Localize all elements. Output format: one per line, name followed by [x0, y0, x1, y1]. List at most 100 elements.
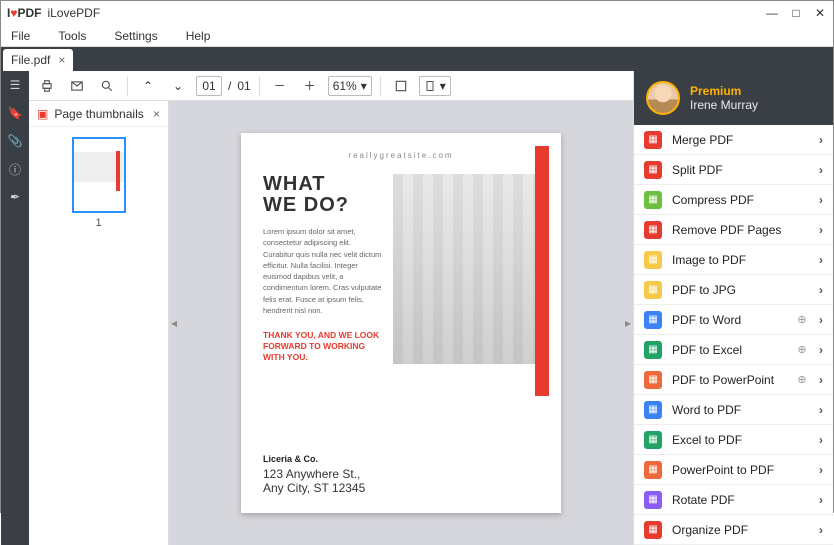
- doc-site: reallygreatsite.com: [263, 151, 539, 160]
- window-maximize-button[interactable]: □: [789, 6, 803, 20]
- tool-split-pdf[interactable]: ▦Split PDF›: [634, 155, 833, 185]
- chevron-right-icon: ›: [819, 343, 823, 357]
- tool-label: Compress PDF: [672, 193, 785, 207]
- left-rail: ☰ 🔖 📎 ⓘ ✒: [1, 71, 29, 545]
- search-button[interactable]: [95, 75, 119, 97]
- web-badge-icon: ⊕: [795, 373, 809, 387]
- info-icon[interactable]: ⓘ: [7, 161, 23, 177]
- zoom-out-button[interactable]: －: [268, 75, 292, 97]
- tool-icon: ▦: [644, 311, 662, 329]
- chevron-right-icon: ›: [819, 523, 823, 537]
- menu-tools[interactable]: Tools: [58, 29, 86, 43]
- tool-label: Remove PDF Pages: [672, 223, 785, 237]
- thumbnails-close-button[interactable]: ×: [153, 107, 160, 121]
- tool-label: Excel to PDF: [672, 433, 785, 447]
- thumbnails-title: Page thumbnails: [54, 107, 143, 121]
- document-tab[interactable]: File.pdf ×: [3, 49, 73, 71]
- web-badge-icon: [795, 523, 809, 537]
- page-down-button[interactable]: ⌄: [166, 75, 190, 97]
- tool-pdf-to-jpg[interactable]: ▦PDF to JPG›: [634, 275, 833, 305]
- tool-label: Image to PDF: [672, 253, 785, 267]
- doc-headline-2: WE DO?: [263, 195, 383, 216]
- zoom-in-button[interactable]: ＋: [298, 75, 322, 97]
- web-badge-icon: [795, 493, 809, 507]
- tool-label: Rotate PDF: [672, 493, 785, 507]
- web-badge-icon: [795, 163, 809, 177]
- doc-headline-1: WHAT: [263, 174, 383, 195]
- bookmark-icon[interactable]: 🔖: [7, 105, 23, 121]
- tool-icon: ▦: [644, 341, 662, 359]
- doc-address-1: 123 Anywhere St.,: [263, 467, 539, 481]
- tool-organize-pdf[interactable]: ▦Organize PDF›: [634, 515, 833, 545]
- chevron-right-icon: ›: [819, 463, 823, 477]
- fit-width-button[interactable]: [389, 75, 413, 97]
- attachment-icon[interactable]: 📎: [7, 133, 23, 149]
- titlebar: I♥PDF iLovePDF — □ ✕: [1, 1, 833, 25]
- page-up-button[interactable]: ⌃: [136, 75, 160, 97]
- page-thumbnail[interactable]: [72, 137, 126, 213]
- tool-excel-to-pdf[interactable]: ▦Excel to PDF›: [634, 425, 833, 455]
- tool-pdf-to-excel[interactable]: ▦PDF to Excel⊕›: [634, 335, 833, 365]
- tool-icon: ▦: [644, 191, 662, 209]
- thumbnail-label: 1: [95, 217, 101, 229]
- tool-merge-pdf[interactable]: ▦Merge PDF›: [634, 125, 833, 155]
- web-badge-icon: [795, 463, 809, 477]
- chevron-right-icon: ›: [819, 313, 823, 327]
- chevron-right-icon: ›: [819, 163, 823, 177]
- web-badge-icon: [795, 223, 809, 237]
- tool-label: PowerPoint to PDF: [672, 463, 785, 477]
- web-badge-icon: ⊕: [795, 343, 809, 357]
- collapse-left-handle[interactable]: ◂: [169, 303, 179, 343]
- tool-rotate-pdf[interactable]: ▦Rotate PDF›: [634, 485, 833, 515]
- layers-icon[interactable]: ☰: [7, 77, 23, 93]
- tool-pdf-to-powerpoint[interactable]: ▦PDF to PowerPoint⊕›: [634, 365, 833, 395]
- page-sep: /: [228, 79, 231, 93]
- tool-icon: ▦: [644, 131, 662, 149]
- tab-close-icon[interactable]: ×: [58, 53, 65, 67]
- chevron-right-icon: ›: [819, 403, 823, 417]
- print-button[interactable]: [35, 75, 59, 97]
- tool-label: PDF to Word: [672, 313, 785, 327]
- separator: [127, 76, 128, 96]
- chevron-right-icon: ›: [819, 223, 823, 237]
- doc-hero-image: [393, 174, 539, 364]
- tool-pdf-to-word[interactable]: ▦ PDF to Word ⊕ ›: [634, 305, 833, 335]
- doc-company: Liceria & Co.: [263, 454, 539, 464]
- window-minimize-button[interactable]: —: [765, 6, 779, 20]
- viewer: ◂ ▸ reallygreatsite.com WHAT WE DO? Lore…: [169, 101, 633, 545]
- web-badge-icon: ⊕: [795, 313, 809, 327]
- web-badge-icon: [795, 403, 809, 417]
- tool-icon: ▦: [644, 281, 662, 299]
- tool-label: PDF to JPG: [672, 283, 785, 297]
- tool-image-to-pdf[interactable]: ▦Image to PDF›: [634, 245, 833, 275]
- red-accent-bar: [535, 146, 549, 396]
- ribbon-icon[interactable]: ✒: [7, 189, 23, 205]
- menu-settings[interactable]: Settings: [114, 29, 157, 43]
- mail-button[interactable]: [65, 75, 89, 97]
- web-badge-icon: [795, 253, 809, 267]
- tool-powerpoint-to-pdf[interactable]: ▦PowerPoint to PDF›: [634, 455, 833, 485]
- tab-label: File.pdf: [11, 53, 50, 67]
- tool-icon: ▦: [644, 251, 662, 269]
- menu-help[interactable]: Help: [186, 29, 211, 43]
- web-badge-icon: [795, 193, 809, 207]
- window-close-button[interactable]: ✕: [813, 6, 827, 20]
- menu-file[interactable]: File: [11, 29, 30, 43]
- tools-list: ▦Merge PDF›▦Split PDF› ▦ Compress PDF › ▦ Rem…: [634, 125, 833, 545]
- tool-icon: ▦: [644, 491, 662, 509]
- user-name: Irene Murray: [690, 98, 758, 112]
- user-plan: Premium: [690, 84, 758, 98]
- tool-icon: ▦: [644, 371, 662, 389]
- tool-remove-pdf-pages[interactable]: ▦ Remove PDF Pages ›: [634, 215, 833, 245]
- zoom-select[interactable]: 61%▾: [328, 76, 372, 96]
- page-number-input[interactable]: [196, 76, 222, 96]
- chevron-down-icon: ▾: [440, 79, 446, 93]
- user-box[interactable]: Premium Irene Murray: [634, 71, 833, 125]
- doc-body: Lorem ipsum dolor sit amet, consectetur …: [263, 226, 383, 316]
- tool-word-to-pdf[interactable]: ▦Word to PDF›: [634, 395, 833, 425]
- collapse-right-handle[interactable]: ▸: [623, 303, 633, 343]
- tool-compress-pdf[interactable]: ▦Compress PDF›: [634, 185, 833, 215]
- tool-icon: ▦: [644, 221, 662, 239]
- layout-select[interactable]: ▾: [419, 76, 451, 96]
- menubar: File Tools Settings Help: [1, 25, 833, 47]
